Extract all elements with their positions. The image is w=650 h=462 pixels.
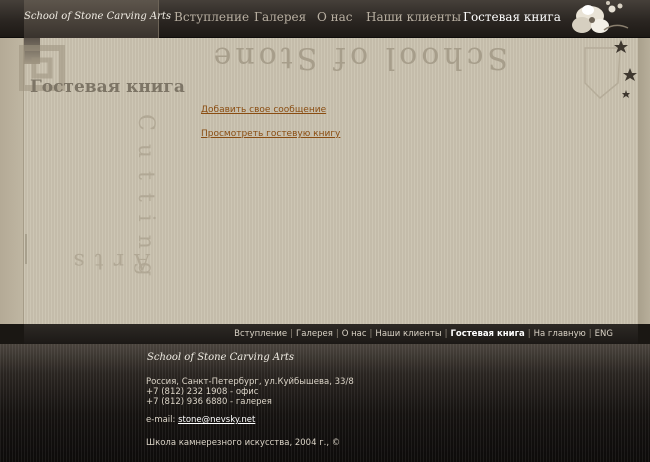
footer-logo: School of Stone Carving Arts: [147, 352, 295, 363]
bottom-navigation: Вступление | Галерея | О нас | Наши клиенты | Го…: [24, 324, 638, 344]
page-footer: School of Stone Carving Arts Россия, Сан…: [0, 344, 650, 462]
nav-item-gallery[interactable]: Галерея: [254, 10, 306, 24]
flower-decoration-icon: [572, 1, 629, 33]
bottom-nav-gallery[interactable]: Галерея: [296, 329, 333, 339]
footer-email-row: e-mail: stone@nevsky.net: [146, 415, 255, 425]
bottom-nav-guestbook[interactable]: Гостевая книга: [450, 329, 524, 339]
footer-phone-office: +7 (812) 232 1908 - офис: [146, 387, 259, 397]
main-content-area: School of Stone Cutting Arts Гостевая кн…: [0, 38, 650, 324]
bottom-nav-about[interactable]: О нас: [342, 329, 367, 339]
bottom-nav-clients[interactable]: Наши клиенты: [375, 329, 441, 339]
footer-address: Россия, Санкт-Петербург, ул.Куйбышева, 3…: [146, 377, 354, 387]
top-header: School of Stone Carving Arts Вступление …: [0, 0, 650, 38]
nav-item-about[interactable]: О нас: [317, 10, 353, 24]
bottom-nav-items: Вступление | Галерея | О нас | Наши клиенты | Го…: [234, 329, 613, 339]
bottom-nav-intro[interactable]: Вступление: [234, 329, 287, 339]
nav-item-clients[interactable]: Наши клиенты: [366, 10, 461, 24]
site-logo-text: School of Stone Carving Arts: [24, 11, 172, 22]
watermark-bottom-text: Arts: [63, 248, 151, 273]
nav-item-intro[interactable]: Вступление: [174, 10, 249, 24]
bottom-nav-eng[interactable]: ENG: [595, 329, 613, 339]
footer-email-link[interactable]: stone@nevsky.net: [178, 415, 255, 425]
site-logo[interactable]: School of Stone Carving Arts: [24, 0, 172, 38]
footer-copyright: Школа камнерезного искусства, 2004 г., ©: [146, 438, 341, 448]
add-message-link[interactable]: Добавить свое сообщение: [201, 105, 326, 115]
page-title: Гостевая книга: [30, 77, 185, 97]
footer-phone-gallery: +7 (812) 936 6880 - галерея: [146, 397, 272, 407]
bottom-nav-home[interactable]: На главную: [534, 329, 586, 339]
watermark-top-text: School of Stone: [210, 40, 508, 75]
view-guestbook-link[interactable]: Просмотреть гостевую книгу: [201, 129, 340, 139]
nav-item-guestbook[interactable]: Гостевая книга: [463, 10, 561, 24]
footer-email-label: e-mail:: [146, 415, 176, 425]
